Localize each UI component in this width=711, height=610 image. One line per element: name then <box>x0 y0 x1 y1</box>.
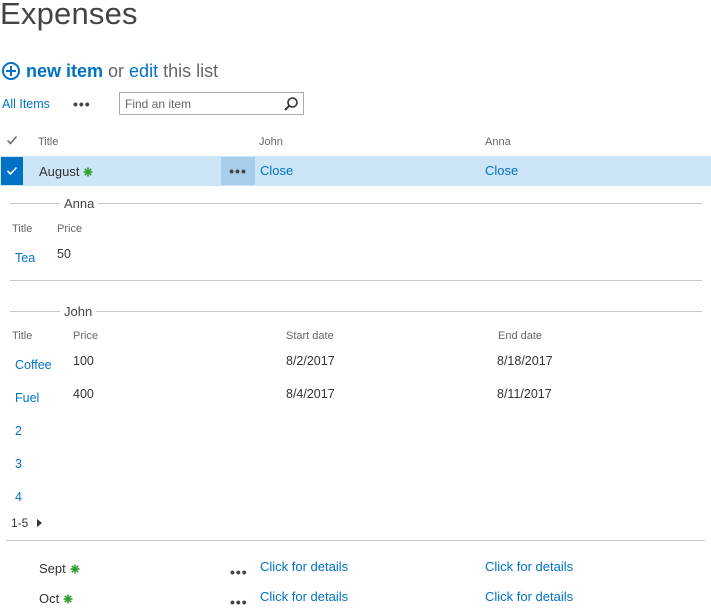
sub-header-price: Price <box>73 330 99 342</box>
group-divider <box>10 280 702 281</box>
row-title-text[interactable]: August <box>39 164 79 180</box>
row-title[interactable]: August <box>39 164 93 180</box>
detail-item-title[interactable]: 3 <box>15 457 22 471</box>
sub-header-price: Price <box>57 223 83 235</box>
detail-item-title[interactable]: 4 <box>15 490 22 504</box>
anna-cell-link[interactable]: Close <box>485 163 518 179</box>
detail-item-price: 50 <box>57 247 71 261</box>
edit-link[interactable]: edit <box>129 58 158 84</box>
row-title[interactable]: Sept <box>39 561 80 577</box>
anna-cell-link[interactable]: Click for details <box>485 559 573 575</box>
row-ellipsis-menu[interactable]: ••• <box>221 157 255 185</box>
sub-header-title: Title <box>12 330 33 342</box>
select-all-checkmark-icon[interactable] <box>6 133 18 147</box>
pager-range: 1-5 <box>11 516 29 530</box>
john-cell-link[interactable]: Close <box>260 163 293 179</box>
john-cell-link[interactable]: Click for details <box>260 559 348 575</box>
detail-item-title[interactable]: Tea <box>15 251 35 265</box>
ellipsis-icon: ••• <box>229 163 247 179</box>
group-label-anna: Anna <box>60 197 99 211</box>
pager: 1-5 <box>11 516 43 530</box>
row-ellipsis-menu[interactable]: ••• <box>230 595 248 609</box>
detail-item-start-date: 8/2/2017 <box>286 354 335 368</box>
detail-item-end-date: 8/18/2017 <box>497 354 553 368</box>
row-title-text[interactable]: Oct <box>39 591 59 607</box>
detail-item-end-date: 8/11/2017 <box>497 387 552 401</box>
view-bar: All Items <box>0 92 50 116</box>
detail-item-start-date: 8/4/2017 <box>286 387 335 401</box>
checkmark-icon <box>6 166 18 176</box>
new-star-icon <box>83 167 93 177</box>
or-text: or <box>108 61 125 81</box>
detail-item-price: 400 <box>73 387 94 401</box>
column-header-anna[interactable]: Anna <box>485 136 511 148</box>
sub-header-title: Title <box>12 223 33 235</box>
detail-item-price: 100 <box>73 354 94 368</box>
sub-header-start-date: Start date <box>286 330 334 342</box>
row-title-text[interactable]: Sept <box>39 561 66 577</box>
column-header-john[interactable]: John <box>259 136 283 148</box>
new-star-icon <box>70 564 80 574</box>
search-box <box>119 92 304 115</box>
sub-header-end-date: End date <box>498 330 543 342</box>
view-more-ellipsis[interactable]: ••• <box>73 97 91 111</box>
table-row-selected[interactable] <box>0 156 711 186</box>
detail-item-title[interactable]: 2 <box>15 424 22 438</box>
detail-item-title[interactable]: Fuel <box>15 391 39 405</box>
view-tab-all-items[interactable]: All Items <box>2 97 50 111</box>
plus-circle-icon[interactable] <box>2 62 20 80</box>
detail-item-title[interactable]: Coffee <box>15 358 52 372</box>
this-list-text: this list <box>163 61 219 81</box>
row-title[interactable]: Oct <box>39 591 73 607</box>
row-checkbox[interactable] <box>1 157 23 185</box>
group-divider <box>10 203 702 204</box>
group-label-john: John <box>60 305 97 319</box>
search-input[interactable] <box>120 94 290 113</box>
search-icon[interactable] <box>283 96 299 112</box>
group-divider <box>10 311 702 312</box>
command-line: new item or edit this list <box>0 58 218 84</box>
chevron-right-icon[interactable] <box>37 519 43 527</box>
group-divider <box>6 540 705 541</box>
new-item-link[interactable]: new item <box>26 58 103 84</box>
row-ellipsis-menu[interactable]: ••• <box>230 565 248 579</box>
page-title: Expenses <box>0 0 138 31</box>
column-header-title[interactable]: Title <box>38 136 58 148</box>
